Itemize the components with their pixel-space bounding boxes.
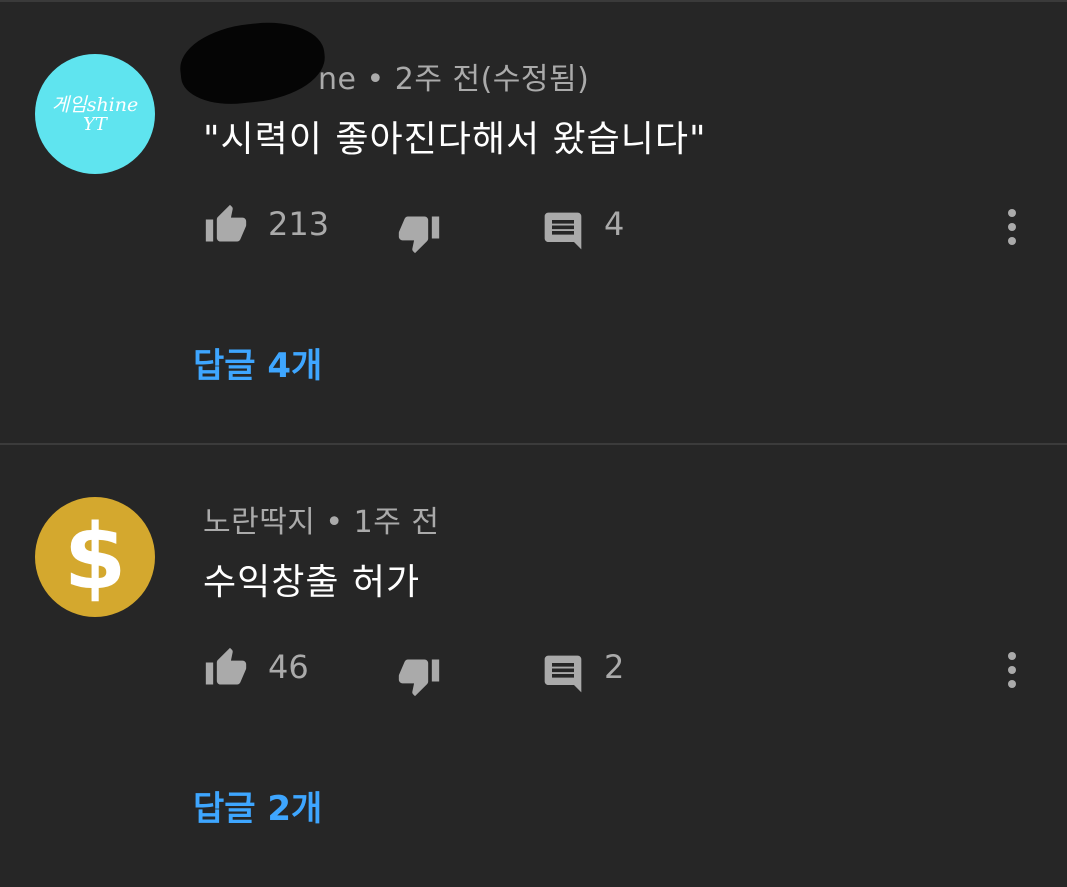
reply-icon[interactable] <box>541 652 585 700</box>
thumb-down-icon[interactable] <box>396 211 442 259</box>
comment-item: 게임shine YT ne • 2주 전(수정됨) "시력이 좋아진다해서 왔습… <box>0 2 1067 442</box>
author-name-partial[interactable]: ne <box>318 62 356 97</box>
thumb-up-icon[interactable] <box>203 646 249 694</box>
dollar-sign-icon: $ <box>63 505 127 610</box>
comment-meta: 노란딱지 • 1주 전 <box>203 497 440 541</box>
redacted-author-name <box>176 16 329 110</box>
thumb-down-icon[interactable] <box>396 654 442 702</box>
like-count: 213 <box>268 205 330 243</box>
reply-icon[interactable] <box>541 209 585 257</box>
avatar[interactable]: 게임shine YT <box>35 54 155 174</box>
reply-count: 2 <box>604 648 625 686</box>
avatar[interactable]: $ <box>35 497 155 617</box>
comment-text: "시력이 좋아진다해서 왔습니다" <box>203 119 707 160</box>
comment-timestamp: • 2주 전(수정됨) <box>366 62 590 97</box>
comment-actions: 213 4 <box>0 197 1067 257</box>
comment-author-and-time[interactable]: 노란딱지 • 1주 전 <box>203 505 440 540</box>
like-count: 46 <box>268 648 309 686</box>
view-replies-link[interactable]: 답글 2개 <box>193 781 322 830</box>
comments-screen: 게임shine YT ne • 2주 전(수정됨) "시력이 좋아진다해서 왔습… <box>0 0 1067 887</box>
comment-actions: 46 2 <box>0 640 1067 700</box>
avatar-text-line1: 게임shine <box>51 94 139 116</box>
reply-count: 4 <box>604 205 625 243</box>
view-replies-link[interactable]: 답글 4개 <box>193 338 322 387</box>
more-vert-icon[interactable] <box>1002 207 1022 255</box>
avatar-text-line2: YT <box>83 114 107 135</box>
thumb-up-icon[interactable] <box>203 203 249 251</box>
more-vert-icon[interactable] <box>1002 650 1022 698</box>
comment-text: 수익창출 허가 <box>203 562 421 603</box>
comment-item: $ 노란딱지 • 1주 전 수익창출 허가 46 2 답글 2개 <box>0 445 1067 885</box>
comment-meta: ne • 2주 전(수정됨) <box>318 54 589 98</box>
